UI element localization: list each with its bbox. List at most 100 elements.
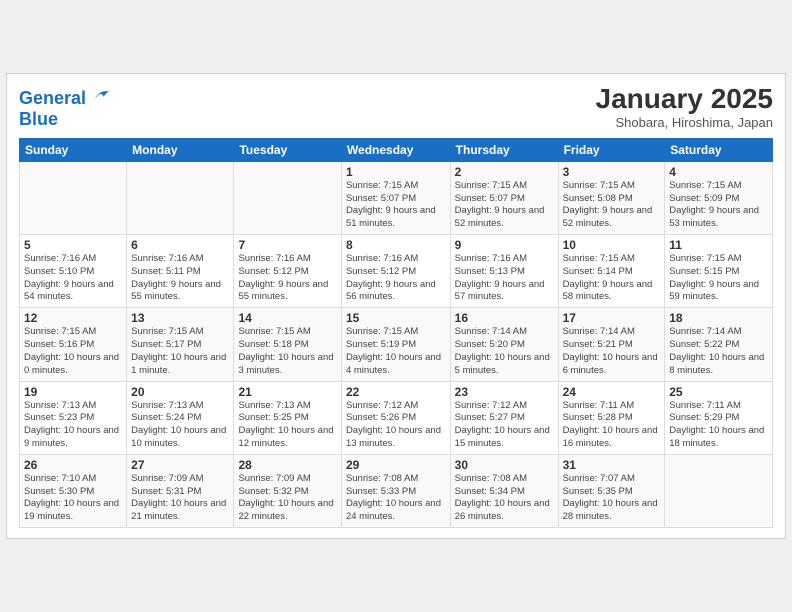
- weekday-header-monday: Monday: [127, 138, 234, 161]
- day-number: 16: [455, 311, 554, 325]
- calendar-cell: 24Sunrise: 7:11 AM Sunset: 5:28 PM Dayli…: [558, 381, 665, 454]
- day-info: Sunrise: 7:13 AM Sunset: 5:25 PM Dayligh…: [238, 400, 336, 451]
- calendar-cell: 23Sunrise: 7:12 AM Sunset: 5:27 PM Dayli…: [450, 381, 558, 454]
- day-info: Sunrise: 7:16 AM Sunset: 5:13 PM Dayligh…: [455, 253, 554, 304]
- day-number: 20: [131, 385, 229, 399]
- day-info: Sunrise: 7:15 AM Sunset: 5:07 PM Dayligh…: [346, 180, 446, 231]
- day-info: Sunrise: 7:12 AM Sunset: 5:26 PM Dayligh…: [346, 400, 446, 451]
- day-info: Sunrise: 7:15 AM Sunset: 5:09 PM Dayligh…: [669, 180, 768, 231]
- calendar-cell: 18Sunrise: 7:14 AM Sunset: 5:22 PM Dayli…: [665, 308, 773, 381]
- logo: General Blue: [19, 86, 111, 130]
- day-info: Sunrise: 7:15 AM Sunset: 5:18 PM Dayligh…: [238, 326, 336, 377]
- day-number: 22: [346, 385, 446, 399]
- weekday-header-tuesday: Tuesday: [234, 138, 341, 161]
- calendar-cell: 31Sunrise: 7:07 AM Sunset: 5:35 PM Dayli…: [558, 454, 665, 527]
- day-info: Sunrise: 7:08 AM Sunset: 5:34 PM Dayligh…: [455, 473, 554, 524]
- calendar-cell: 14Sunrise: 7:15 AM Sunset: 5:18 PM Dayli…: [234, 308, 341, 381]
- weekday-header-thursday: Thursday: [450, 138, 558, 161]
- day-number: 7: [238, 238, 336, 252]
- logo-text: General: [19, 86, 111, 109]
- weekday-header-sunday: Sunday: [20, 138, 127, 161]
- logo-blue-text: Blue: [19, 109, 111, 130]
- day-number: 3: [563, 165, 661, 179]
- day-info: Sunrise: 7:14 AM Sunset: 5:20 PM Dayligh…: [455, 326, 554, 377]
- day-info: Sunrise: 7:11 AM Sunset: 5:29 PM Dayligh…: [669, 400, 768, 451]
- day-number: 5: [24, 238, 122, 252]
- calendar-cell: 20Sunrise: 7:13 AM Sunset: 5:24 PM Dayli…: [127, 381, 234, 454]
- calendar-cell: 19Sunrise: 7:13 AM Sunset: 5:23 PM Dayli…: [20, 381, 127, 454]
- logo-bird-icon: [93, 86, 111, 104]
- day-info: Sunrise: 7:15 AM Sunset: 5:17 PM Dayligh…: [131, 326, 229, 377]
- weekday-header-wednesday: Wednesday: [341, 138, 450, 161]
- calendar-cell: 11Sunrise: 7:15 AM Sunset: 5:15 PM Dayli…: [665, 235, 773, 308]
- calendar-cell: [127, 161, 234, 234]
- day-info: Sunrise: 7:16 AM Sunset: 5:10 PM Dayligh…: [24, 253, 122, 304]
- day-info: Sunrise: 7:16 AM Sunset: 5:12 PM Dayligh…: [346, 253, 446, 304]
- day-info: Sunrise: 7:15 AM Sunset: 5:07 PM Dayligh…: [455, 180, 554, 231]
- day-info: Sunrise: 7:15 AM Sunset: 5:15 PM Dayligh…: [669, 253, 768, 304]
- day-number: 6: [131, 238, 229, 252]
- calendar-cell: 17Sunrise: 7:14 AM Sunset: 5:21 PM Dayli…: [558, 308, 665, 381]
- calendar-cell: 29Sunrise: 7:08 AM Sunset: 5:33 PM Dayli…: [341, 454, 450, 527]
- day-info: Sunrise: 7:11 AM Sunset: 5:28 PM Dayligh…: [563, 400, 661, 451]
- day-number: 9: [455, 238, 554, 252]
- calendar-cell: 9Sunrise: 7:16 AM Sunset: 5:13 PM Daylig…: [450, 235, 558, 308]
- calendar-cell: 13Sunrise: 7:15 AM Sunset: 5:17 PM Dayli…: [127, 308, 234, 381]
- day-number: 19: [24, 385, 122, 399]
- day-number: 17: [563, 311, 661, 325]
- day-info: Sunrise: 7:13 AM Sunset: 5:23 PM Dayligh…: [24, 400, 122, 451]
- calendar-cell: 27Sunrise: 7:09 AM Sunset: 5:31 PM Dayli…: [127, 454, 234, 527]
- calendar-cell: [20, 161, 127, 234]
- day-info: Sunrise: 7:14 AM Sunset: 5:22 PM Dayligh…: [669, 326, 768, 377]
- calendar-cell: 5Sunrise: 7:16 AM Sunset: 5:10 PM Daylig…: [20, 235, 127, 308]
- title-section: January 2025 Shobara, Hiroshima, Japan: [596, 84, 773, 130]
- day-info: Sunrise: 7:14 AM Sunset: 5:21 PM Dayligh…: [563, 326, 661, 377]
- calendar-cell: 21Sunrise: 7:13 AM Sunset: 5:25 PM Dayli…: [234, 381, 341, 454]
- day-number: 13: [131, 311, 229, 325]
- day-number: 29: [346, 458, 446, 472]
- calendar-table: SundayMondayTuesdayWednesdayThursdayFrid…: [19, 138, 773, 528]
- day-number: 27: [131, 458, 229, 472]
- header-section: General Blue January 2025 Shobara, Hiros…: [19, 84, 773, 130]
- day-number: 11: [669, 238, 768, 252]
- calendar-cell: [234, 161, 341, 234]
- calendar-cell: 7Sunrise: 7:16 AM Sunset: 5:12 PM Daylig…: [234, 235, 341, 308]
- calendar-cell: 30Sunrise: 7:08 AM Sunset: 5:34 PM Dayli…: [450, 454, 558, 527]
- day-info: Sunrise: 7:09 AM Sunset: 5:32 PM Dayligh…: [238, 473, 336, 524]
- calendar-cell: [665, 454, 773, 527]
- day-number: 4: [669, 165, 768, 179]
- day-info: Sunrise: 7:15 AM Sunset: 5:16 PM Dayligh…: [24, 326, 122, 377]
- calendar-cell: 25Sunrise: 7:11 AM Sunset: 5:29 PM Dayli…: [665, 381, 773, 454]
- calendar-cell: 26Sunrise: 7:10 AM Sunset: 5:30 PM Dayli…: [20, 454, 127, 527]
- day-number: 2: [455, 165, 554, 179]
- calendar-cell: 16Sunrise: 7:14 AM Sunset: 5:20 PM Dayli…: [450, 308, 558, 381]
- day-number: 1: [346, 165, 446, 179]
- calendar-cell: 6Sunrise: 7:16 AM Sunset: 5:11 PM Daylig…: [127, 235, 234, 308]
- day-info: Sunrise: 7:15 AM Sunset: 5:08 PM Dayligh…: [563, 180, 661, 231]
- calendar-cell: 2Sunrise: 7:15 AM Sunset: 5:07 PM Daylig…: [450, 161, 558, 234]
- day-info: Sunrise: 7:10 AM Sunset: 5:30 PM Dayligh…: [24, 473, 122, 524]
- day-info: Sunrise: 7:12 AM Sunset: 5:27 PM Dayligh…: [455, 400, 554, 451]
- day-info: Sunrise: 7:16 AM Sunset: 5:11 PM Dayligh…: [131, 253, 229, 304]
- weekday-header-friday: Friday: [558, 138, 665, 161]
- calendar-title: January 2025: [596, 84, 773, 115]
- calendar-cell: 8Sunrise: 7:16 AM Sunset: 5:12 PM Daylig…: [341, 235, 450, 308]
- calendar-subtitle: Shobara, Hiroshima, Japan: [596, 115, 773, 130]
- day-info: Sunrise: 7:07 AM Sunset: 5:35 PM Dayligh…: [563, 473, 661, 524]
- day-info: Sunrise: 7:15 AM Sunset: 5:19 PM Dayligh…: [346, 326, 446, 377]
- day-info: Sunrise: 7:08 AM Sunset: 5:33 PM Dayligh…: [346, 473, 446, 524]
- day-info: Sunrise: 7:16 AM Sunset: 5:12 PM Dayligh…: [238, 253, 336, 304]
- day-number: 24: [563, 385, 661, 399]
- day-number: 14: [238, 311, 336, 325]
- day-number: 23: [455, 385, 554, 399]
- day-number: 15: [346, 311, 446, 325]
- calendar-cell: 15Sunrise: 7:15 AM Sunset: 5:19 PM Dayli…: [341, 308, 450, 381]
- calendar-cell: 1Sunrise: 7:15 AM Sunset: 5:07 PM Daylig…: [341, 161, 450, 234]
- day-info: Sunrise: 7:13 AM Sunset: 5:24 PM Dayligh…: [131, 400, 229, 451]
- calendar-cell: 3Sunrise: 7:15 AM Sunset: 5:08 PM Daylig…: [558, 161, 665, 234]
- calendar-cell: 4Sunrise: 7:15 AM Sunset: 5:09 PM Daylig…: [665, 161, 773, 234]
- day-info: Sunrise: 7:09 AM Sunset: 5:31 PM Dayligh…: [131, 473, 229, 524]
- day-number: 18: [669, 311, 768, 325]
- day-number: 21: [238, 385, 336, 399]
- day-number: 10: [563, 238, 661, 252]
